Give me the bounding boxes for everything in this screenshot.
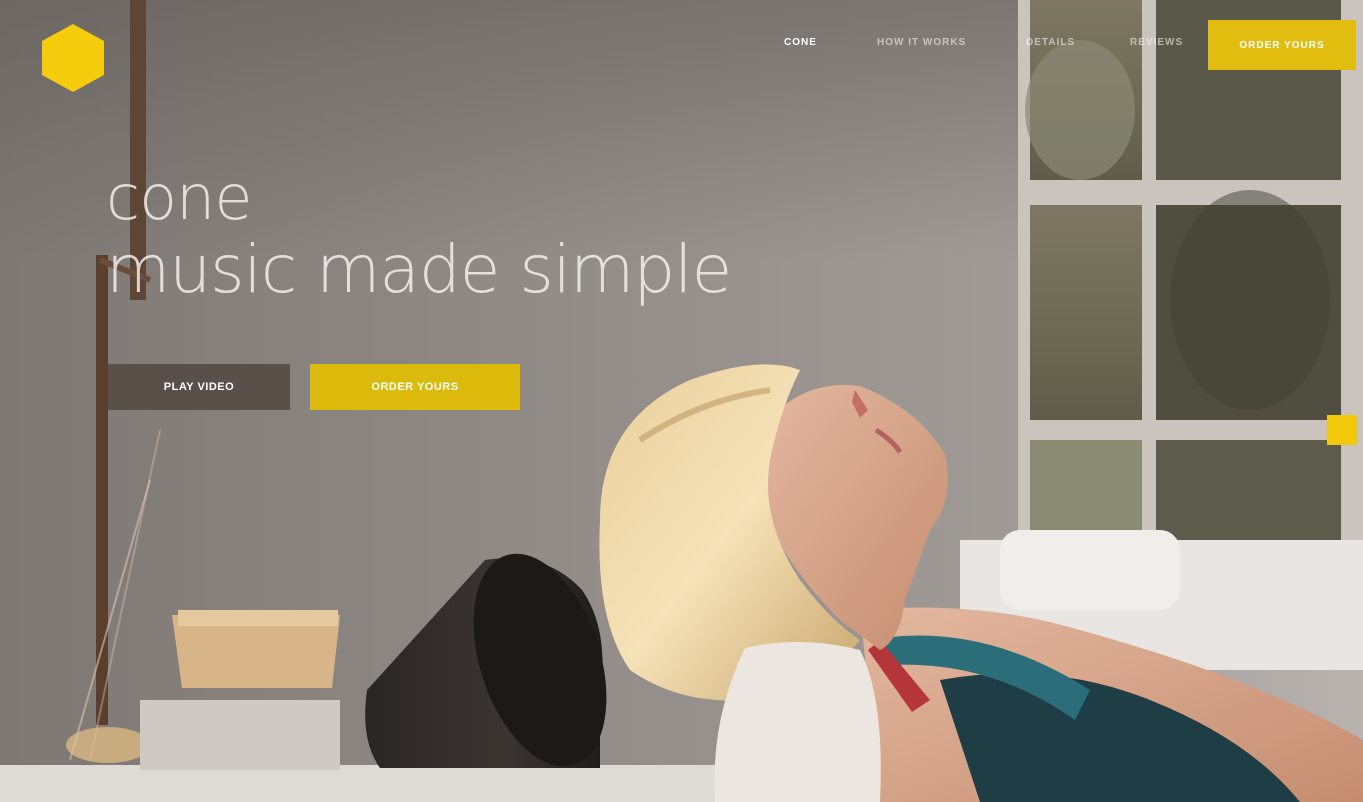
order-yours-nav-button[interactable]: ORDER YOURS [1208,20,1356,70]
nav-item-how-it-works[interactable]: HOW IT WORKS [877,37,966,48]
main-navigation: CONE HOW IT WORKS DETAILS REVIEWS [0,33,1363,73]
nav-item-reviews[interactable]: REVIEWS [1130,37,1183,48]
play-video-button[interactable]: PLAY VIDEO [108,364,290,410]
nav-item-cone[interactable]: CONE [784,37,817,48]
hero-title: cone [106,161,252,234]
yellow-square-indicator[interactable] [1327,415,1357,445]
hero-subtitle: music made simple [106,231,732,308]
nav-item-details[interactable]: DETAILS [1026,37,1075,48]
order-yours-button[interactable]: ORDER YOURS [310,364,520,410]
